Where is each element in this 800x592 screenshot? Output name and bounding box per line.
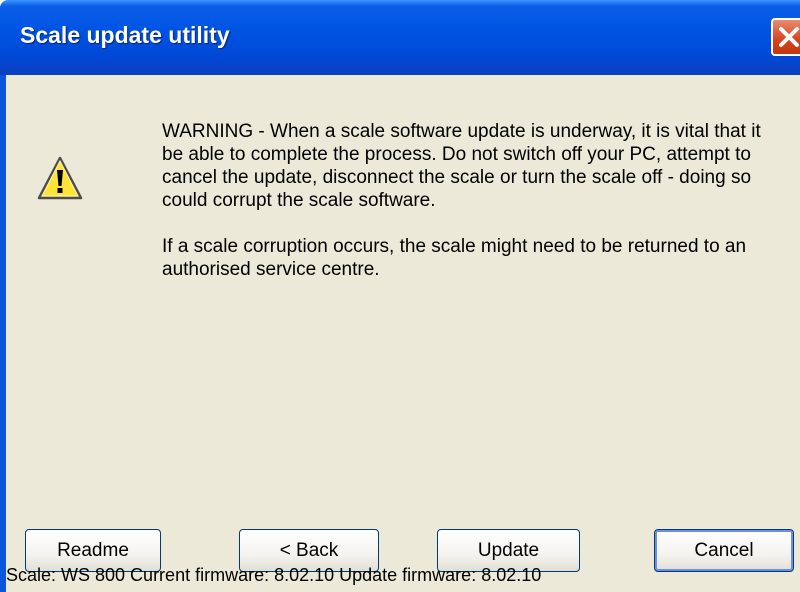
- title-bar[interactable]: Scale update utility: [0, 0, 800, 75]
- status-bar: Scale: WS 800 Current firmware: 8.02.10 …: [6, 565, 542, 585]
- warning-message: WARNING - When a scale software update i…: [162, 120, 762, 281]
- cancel-button[interactable]: Cancel: [654, 529, 794, 572]
- close-button[interactable]: [771, 18, 800, 56]
- warning-triangle-icon: [37, 156, 83, 200]
- dialog-body: WARNING - When a scale software update i…: [6, 75, 800, 592]
- close-icon: [779, 27, 799, 47]
- warning-paragraph: WARNING - When a scale software update i…: [162, 121, 761, 211]
- dialog-window: Scale update utility WARNING - When a sc…: [0, 0, 800, 592]
- corruption-paragraph: If a scale corruption occurs, the scale …: [162, 236, 747, 280]
- window-title: Scale update utility: [20, 22, 230, 48]
